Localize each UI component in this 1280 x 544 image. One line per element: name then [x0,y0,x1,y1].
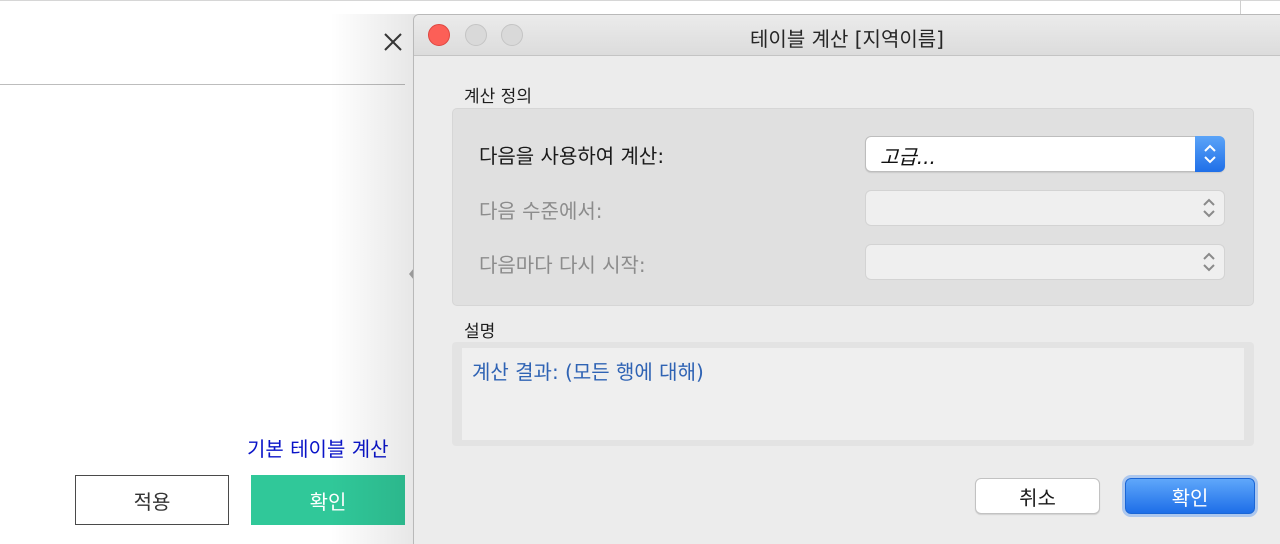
cancel-button[interactable]: 취소 [975,478,1100,514]
compute-using-select[interactable]: 고급... [865,136,1225,172]
description-text: 계산 결과: (모든 행에 대해) [462,348,1244,440]
default-table-calc-link[interactable]: 기본 테이블 계산 [247,433,389,462]
section-description: 설명 [464,322,496,342]
restart-every-select [865,244,1225,280]
apply-button[interactable]: 적용 [75,475,229,525]
table-calculation-dialog: 테이블 계산 [지역이름] 계산 정의 다음을 사용하여 계산: 고급... 다… [413,14,1280,544]
at-level-select [865,190,1225,226]
at-level-label: 다음 수준에서: [479,199,603,223]
chevron-up-down-icon [1198,194,1220,222]
dialog-titlebar[interactable]: 테이블 계산 [지역이름] [414,15,1280,56]
chevron-up-down-icon [1195,136,1225,172]
window-edge [1240,0,1241,14]
compute-using-value: 고급... [880,145,936,169]
dialog-title: 테이블 계산 [지역이름] [750,27,944,51]
compute-using-label: 다음을 사용하여 계산: [479,144,665,168]
restart-every-label: 다음마다 다시 시작: [479,253,646,277]
top-border [0,0,1280,1]
description-box: 계산 결과: (모든 행에 대해) [452,342,1254,446]
chevron-up-down-icon [1198,248,1220,276]
calc-definition-group: 다음을 사용하여 계산: 고급... 다음 수준에서: 다음마다 다시 시작: [452,108,1254,306]
header-divider [0,84,405,85]
ok-button[interactable]: 확인 [251,475,405,525]
section-calc-definition: 계산 정의 [464,87,532,107]
close-icon[interactable] [381,30,405,54]
confirm-button[interactable]: 확인 [1125,478,1255,514]
